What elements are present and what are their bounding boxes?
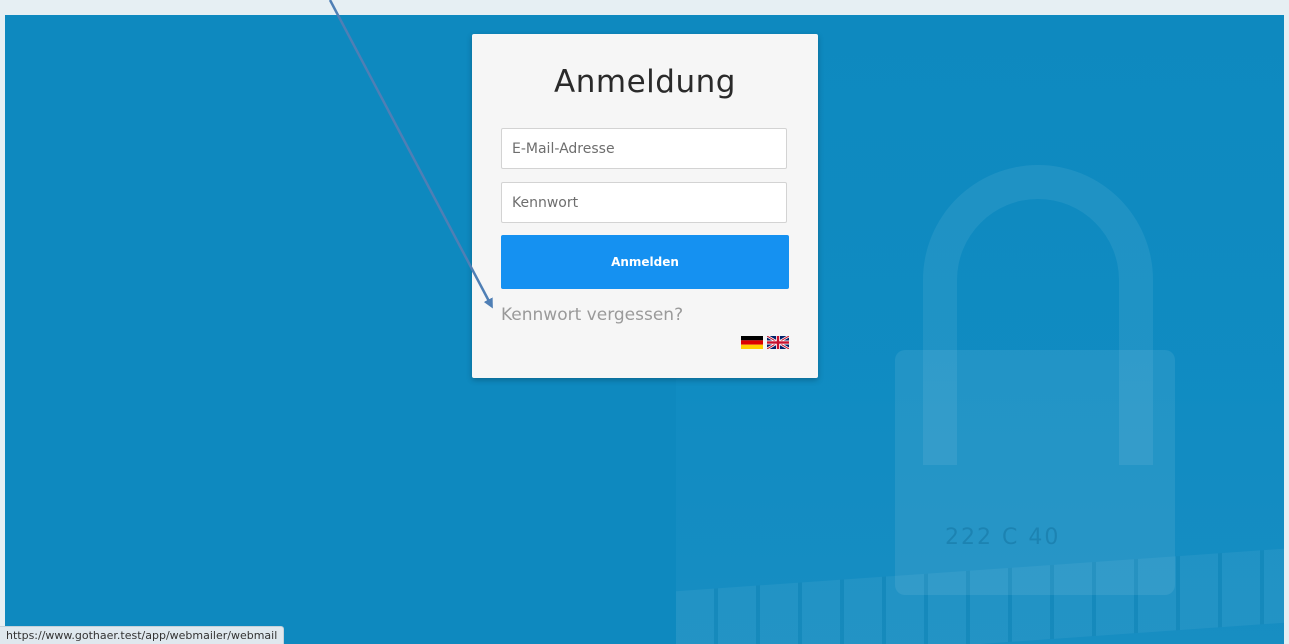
password-input[interactable]: [501, 182, 787, 223]
status-bar-url: https://www.gothaer.test/app/webmailer/w…: [0, 626, 285, 644]
german-flag-icon[interactable]: [741, 334, 763, 349]
email-input[interactable]: [501, 128, 787, 169]
language-switcher: [741, 334, 790, 351]
login-card: Anmeldung Anmelden Kennwort vergessen?: [472, 34, 818, 378]
uk-flag-icon[interactable]: [766, 334, 790, 351]
login-title: Anmeldung: [554, 64, 736, 100]
padlock-engraving: 222 C 40: [945, 525, 1061, 550]
forgot-password-link[interactable]: Kennwort vergessen?: [501, 305, 683, 325]
browser-viewport: 222 C 40 Anmeldung Anmelden Kennwort ver…: [0, 0, 1289, 644]
login-button[interactable]: Anmelden: [501, 235, 789, 289]
padlock-body-image: [895, 350, 1175, 595]
